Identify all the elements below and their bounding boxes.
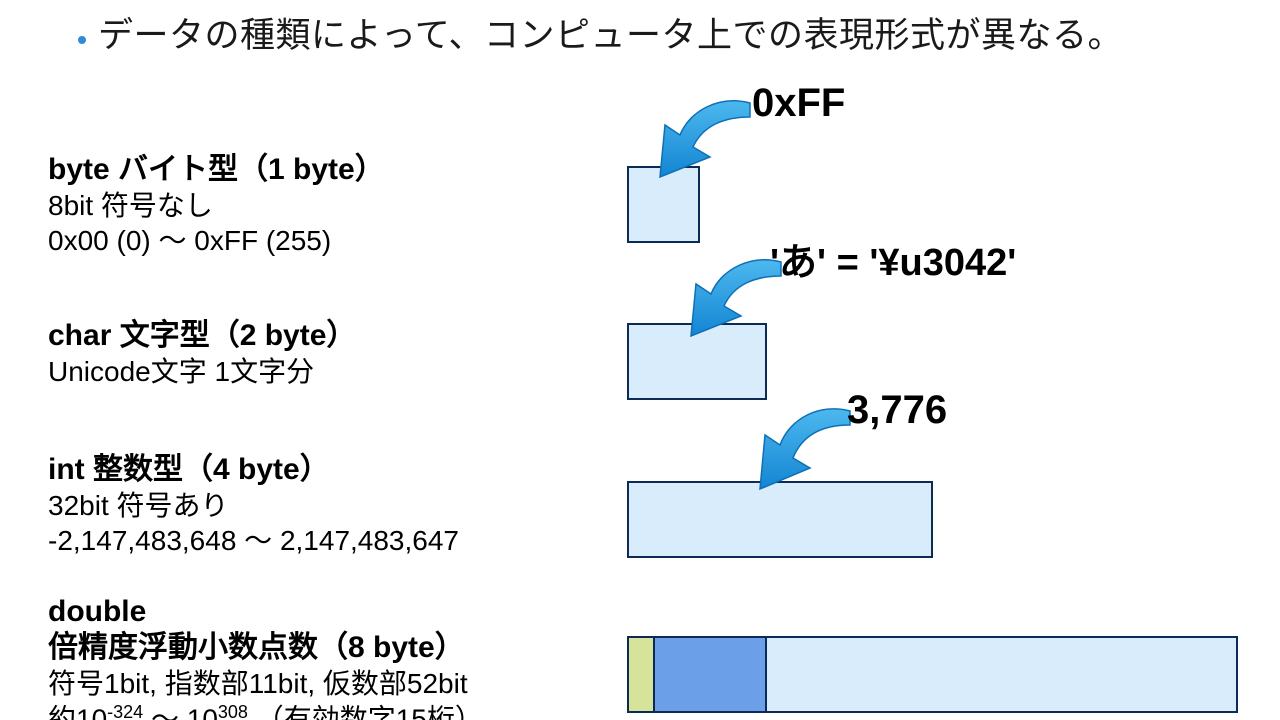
double-sign-segment [629, 638, 655, 711]
type-title-int: int 整数型（4 byte） [48, 452, 459, 488]
dbl-l2-suf: （有効数字15桁） [248, 703, 483, 720]
type-title-char: char 文字型（2 byte） [48, 318, 356, 354]
type-block-char: char 文字型（2 byte） Unicode文字 1文字分 [48, 318, 356, 389]
type-line2-int: -2,147,483,648 ～ 2,147,483,647 [48, 523, 459, 558]
type-line2-double: 約10-324 ～ 10308 （有効数字15桁） [48, 701, 483, 720]
type-title-byte: byte バイト型（1 byte） [48, 152, 385, 188]
type-line1-byte: 8bit 符号なし [48, 188, 385, 223]
type-line2-byte: 0x00 (0) ～ 0xFF (255) [48, 223, 385, 258]
char-value-label: 'あ' = '¥u3042' [770, 244, 1016, 282]
type-title1-double: double [48, 594, 483, 630]
byte-value-label: 0xFF [752, 83, 845, 123]
dbl-l2-mid: ～ 10 [143, 703, 218, 720]
type-title2-double: 倍精度浮動小数点数（8 byte） [48, 630, 483, 666]
dbl-l2-sup2: 308 [218, 702, 248, 720]
bullet-dot-icon [78, 36, 86, 44]
double-mantissa-segment [767, 638, 1236, 711]
type-line1-int: 32bit 符号あり [48, 488, 459, 523]
type-line1-char: Unicode文字 1文字分 [48, 354, 356, 389]
double-box [627, 636, 1238, 713]
int-value-label: 3,776 [847, 390, 947, 430]
arrow-icon [745, 403, 855, 493]
type-block-byte: byte バイト型（1 byte） 8bit 符号なし 0x00 (0) ～ 0… [48, 152, 385, 258]
arrow-icon [645, 95, 755, 180]
type-block-int: int 整数型（4 byte） 32bit 符号あり -2,147,483,64… [48, 452, 459, 558]
dbl-l2-sup1: -324 [107, 702, 143, 720]
dbl-l2-prefix: 約10 [48, 703, 107, 720]
double-exponent-segment [655, 638, 767, 711]
bullet-text: データの種類によって、コンピュータ上での表現形式が異なる。 [98, 14, 1123, 59]
type-block-double: double 倍精度浮動小数点数（8 byte） 符号1bit, 指数部11bi… [48, 594, 483, 720]
type-line1-double: 符号1bit, 指数部11bit, 仮数部52bit [48, 666, 483, 701]
